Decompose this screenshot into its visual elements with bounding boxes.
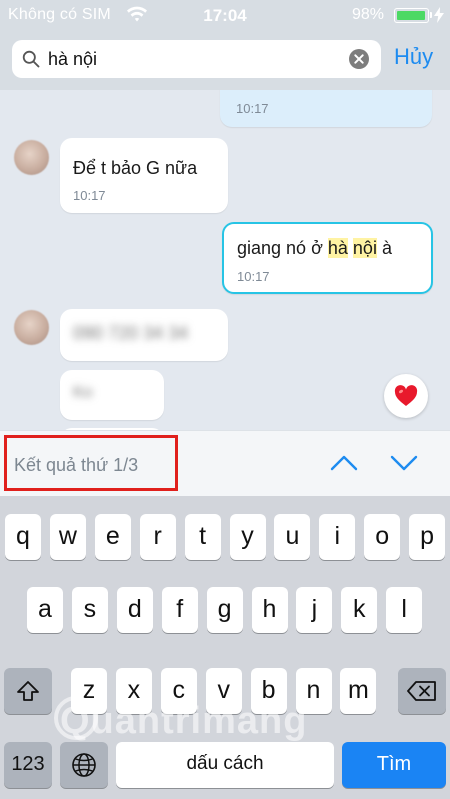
annotation-highlight-box bbox=[4, 435, 178, 491]
message-text: Ko bbox=[73, 384, 93, 401]
key-m[interactable]: m bbox=[340, 668, 377, 714]
message-text-part: giang nó ở bbox=[237, 238, 328, 258]
message-text: Để t bảo G nữa bbox=[73, 158, 198, 178]
message-time: 10:17 bbox=[236, 101, 269, 116]
avatar[interactable] bbox=[14, 140, 49, 175]
key-c[interactable]: c bbox=[160, 668, 197, 714]
battery-icon bbox=[394, 8, 429, 23]
search-match: hà bbox=[327, 238, 348, 258]
message-text: 090 720 34 34 bbox=[73, 323, 189, 343]
chevron-down-icon[interactable] bbox=[390, 453, 418, 473]
battery-cap bbox=[430, 12, 432, 18]
shift-icon bbox=[17, 681, 39, 701]
message-bubble[interactable]: 10:17 … bbox=[220, 90, 432, 127]
key-d[interactable]: d bbox=[116, 587, 153, 633]
key-l[interactable]: l bbox=[386, 587, 423, 633]
numbers-key[interactable]: 123 bbox=[4, 742, 52, 788]
cancel-button[interactable]: Hủy bbox=[394, 44, 433, 70]
backspace-key[interactable] bbox=[398, 668, 446, 714]
key-q[interactable]: q bbox=[5, 514, 41, 560]
key-v[interactable]: v bbox=[205, 668, 242, 714]
status-bar: Không có SIM 17:04 98% bbox=[0, 0, 450, 30]
clear-icon[interactable] bbox=[349, 49, 369, 69]
battery-percent: 98% bbox=[352, 6, 385, 23]
search-go-key[interactable]: Tìm bbox=[342, 742, 446, 788]
message-bubble[interactable]: Ko bbox=[60, 370, 164, 420]
charging-bolt-icon bbox=[434, 7, 444, 23]
key-b[interactable]: b bbox=[250, 668, 287, 714]
backspace-icon bbox=[407, 681, 436, 701]
message-bubble[interactable]: Để t bảo G nữa 10:17 bbox=[60, 138, 228, 213]
key-x[interactable]: x bbox=[115, 668, 152, 714]
chevron-up-icon[interactable] bbox=[330, 453, 358, 473]
heart-icon bbox=[394, 385, 418, 406]
message-text: giang nó ở hà nội à bbox=[237, 238, 392, 259]
matched-message-bubble[interactable]: giang nó ở hà nội à 10:17 bbox=[222, 222, 433, 294]
search-header: Hủy bbox=[0, 30, 450, 90]
message-bubble[interactable]: 090 720 34 34 bbox=[60, 309, 228, 361]
message-time: 10:17 bbox=[237, 269, 270, 284]
space-key[interactable]: dấu cách bbox=[116, 742, 334, 788]
battery-level bbox=[396, 10, 425, 20]
key-y[interactable]: y bbox=[229, 514, 266, 560]
search-icon bbox=[22, 50, 40, 68]
message-text-part: à bbox=[376, 238, 392, 258]
globe-icon bbox=[72, 753, 96, 777]
key-r[interactable]: r bbox=[139, 514, 176, 560]
key-w[interactable]: w bbox=[49, 514, 86, 560]
search-input[interactable] bbox=[48, 40, 338, 78]
key-e[interactable]: e bbox=[94, 514, 131, 560]
search-result-bar: Kết quả thứ 1/3 bbox=[0, 430, 450, 496]
keyboard: qwertyuiop asdfghjkl zxcvbnm 123 dấu các… bbox=[0, 496, 450, 799]
key-z[interactable]: z bbox=[71, 668, 107, 714]
search-match: nội bbox=[352, 238, 377, 258]
key-n[interactable]: n bbox=[295, 668, 332, 714]
key-k[interactable]: k bbox=[341, 587, 378, 633]
key-o[interactable]: o bbox=[364, 514, 401, 560]
key-a[interactable]: a bbox=[27, 587, 63, 633]
key-t[interactable]: t bbox=[184, 514, 221, 560]
shift-key[interactable] bbox=[4, 668, 52, 714]
avatar[interactable] bbox=[14, 310, 49, 345]
key-h[interactable]: h bbox=[251, 587, 288, 633]
key-u[interactable]: u bbox=[274, 514, 311, 560]
key-g[interactable]: g bbox=[206, 587, 243, 633]
message-time: 10:17 bbox=[73, 188, 106, 203]
search-box[interactable] bbox=[12, 40, 381, 78]
chat-area[interactable]: 10:17 … Để t bảo G nữa 10:17 giang nó ở … bbox=[0, 90, 450, 430]
globe-key[interactable] bbox=[60, 742, 108, 788]
key-f[interactable]: f bbox=[161, 587, 198, 633]
reaction-button[interactable] bbox=[384, 374, 428, 418]
key-p[interactable]: p bbox=[409, 514, 446, 560]
key-i[interactable]: i bbox=[319, 514, 356, 560]
key-s[interactable]: s bbox=[71, 587, 108, 633]
key-j[interactable]: j bbox=[296, 587, 333, 633]
